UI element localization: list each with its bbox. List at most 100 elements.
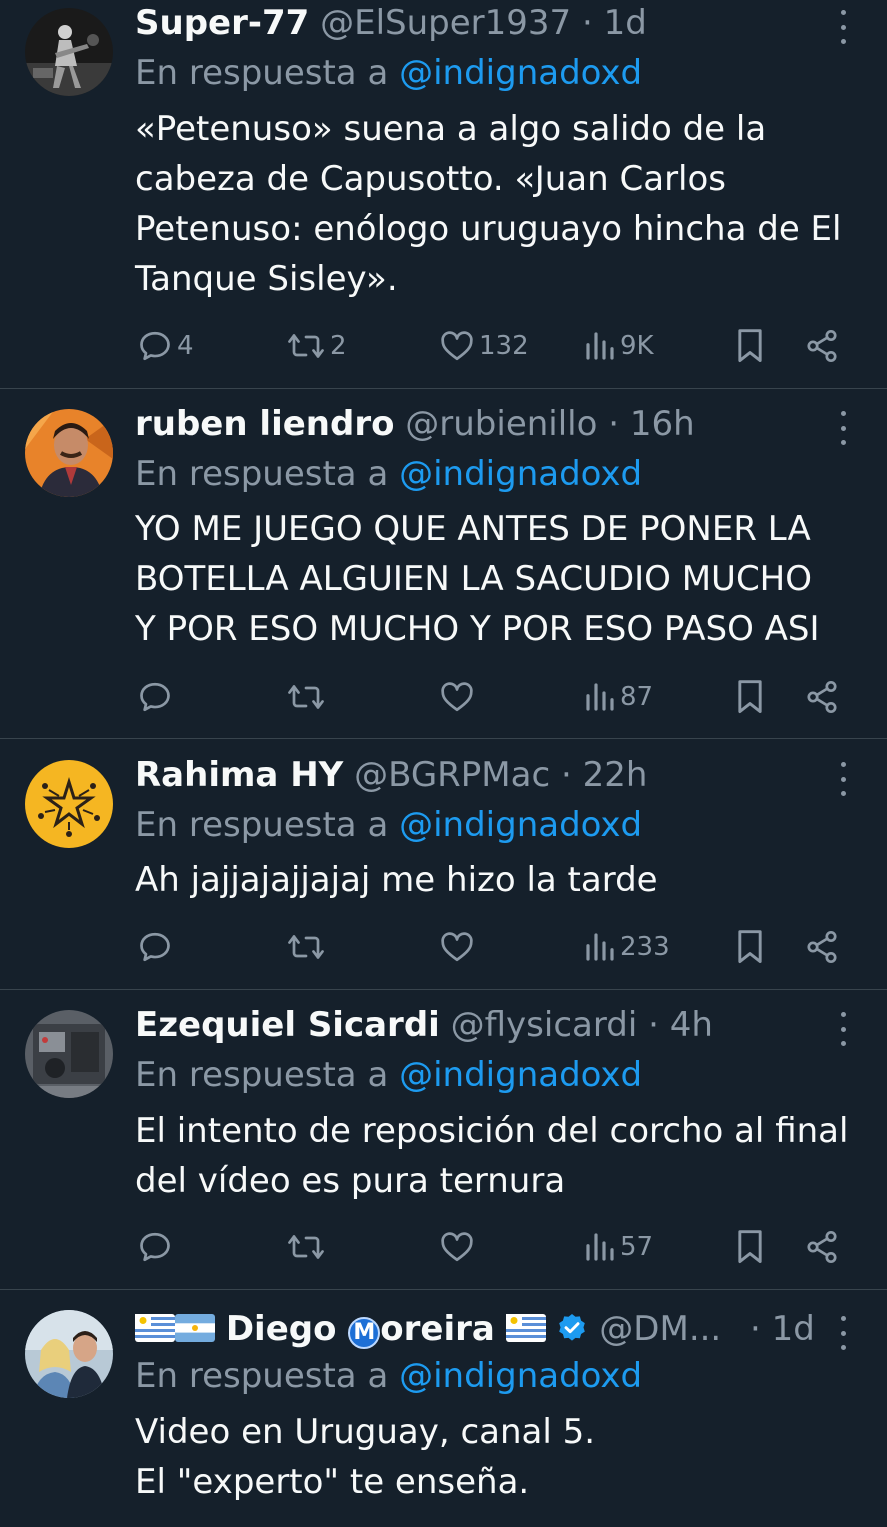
tweet-text: El intento de reposición del corcho al f… <box>135 1111 849 1201</box>
retweet-button[interactable] <box>286 925 326 969</box>
tweet-text: YO ME JUEGO QUE ANTES DE PONER LA BOTELL… <box>135 509 820 649</box>
reply-mention-link[interactable]: @indignadoxd <box>399 1356 642 1396</box>
more-vertical-icon[interactable] <box>833 1316 853 1350</box>
bar-chart-icon <box>586 1233 614 1261</box>
comment-bubble-icon <box>140 331 170 361</box>
display-name[interactable]: Ezequiel Sicardi <box>135 1005 440 1045</box>
views-button[interactable]: 87 <box>584 675 653 719</box>
tweet[interactable]: Ezequiel Sicardi @flysicardi · 4h En res… <box>0 990 887 1290</box>
reply-context: En respuesta a @indignadoxd <box>135 1353 642 1399</box>
reply-button[interactable]: 4 <box>137 324 194 368</box>
timestamp[interactable]: 16h <box>630 404 695 444</box>
bookmark-button[interactable] <box>734 324 766 368</box>
like-count: 132 <box>479 331 529 361</box>
comment-bubble-icon <box>140 1232 170 1262</box>
retweet-button[interactable] <box>286 675 326 719</box>
avatar-photo <box>25 1010 113 1098</box>
avatar-photo <box>25 1310 113 1398</box>
bookmark-button[interactable] <box>734 925 766 969</box>
more-vertical-icon[interactable] <box>833 411 853 445</box>
views-button[interactable]: 57 <box>584 1225 653 1269</box>
share-button[interactable] <box>804 675 840 719</box>
views-button[interactable]: 9K <box>584 324 654 368</box>
avatar-photo <box>25 760 113 848</box>
timestamp[interactable]: 1d <box>604 3 647 43</box>
reply-prefix: En respuesta a <box>135 454 389 494</box>
tweet-actions: 233 <box>0 925 887 969</box>
avatar[interactable] <box>25 1310 113 1398</box>
user-handle[interactable]: @flysicardi <box>451 1005 638 1045</box>
retweet-button[interactable] <box>286 1225 326 1269</box>
user-handle[interactable]: @BGRPMac <box>354 755 550 795</box>
reply-mention-link[interactable]: @indignadoxd <box>399 805 642 845</box>
avatar[interactable] <box>25 760 113 848</box>
tweet-text: Ah jajjajajjajaj me hizo la tarde <box>135 860 658 900</box>
tweet[interactable]: Diego Moreira @DM... · 1d En respuesta a… <box>0 1290 887 1527</box>
tweet[interactable]: Super-77 @ElSuper1937 · 1d En respuesta … <box>0 0 887 389</box>
bookmark-icon <box>738 329 762 362</box>
reply-prefix: En respuesta a <box>135 53 389 93</box>
reply-button[interactable] <box>137 1225 173 1269</box>
avatar[interactable] <box>25 409 113 497</box>
like-button[interactable] <box>439 1225 475 1269</box>
tweet-actions: 57 <box>0 1225 887 1269</box>
retweet-icon <box>288 334 324 358</box>
separator-dot: · <box>750 1309 761 1349</box>
retweet-button[interactable]: 2 <box>286 324 347 368</box>
more-vertical-icon[interactable] <box>833 1012 853 1046</box>
timestamp[interactable]: 1d <box>772 1309 815 1349</box>
share-icon <box>807 329 837 363</box>
bookmark-button[interactable] <box>734 675 766 719</box>
tweet[interactable]: Rahima HY @BGRPMac · 22h En respuesta a … <box>0 739 887 990</box>
display-name[interactable]: Super-77 <box>135 3 309 43</box>
reply-prefix: En respuesta a <box>135 1055 389 1095</box>
reply-button[interactable] <box>137 675 173 719</box>
display-name[interactable]: ruben liendro <box>135 404 394 444</box>
reply-mention-link[interactable]: @indignadoxd <box>399 53 642 93</box>
timestamp[interactable]: 22h <box>583 755 648 795</box>
like-button[interactable]: 132 <box>439 324 529 368</box>
views-button[interactable]: 233 <box>584 925 670 969</box>
retweet-icon <box>288 935 324 959</box>
like-button[interactable] <box>439 675 475 719</box>
more-vertical-icon[interactable] <box>833 762 853 796</box>
tweet[interactable]: ruben liendro @rubienillo · 16h En respu… <box>0 389 887 739</box>
views-count: 87 <box>620 682 654 712</box>
argentina-flag-icon <box>175 1314 215 1342</box>
bar-chart-icon <box>586 683 614 711</box>
retweet-icon <box>288 685 324 709</box>
display-name-rest: oreira <box>380 1309 495 1349</box>
display-name[interactable]: Rahima HY <box>135 755 343 795</box>
reply-mention-link[interactable]: @indignadoxd <box>399 454 642 494</box>
separator-dot: · <box>648 1005 659 1045</box>
verified-badge-icon[interactable] <box>556 1309 588 1349</box>
tweet-header: Diego Moreira @DM... <box>135 1306 827 1352</box>
display-name[interactable]: Diego Moreira <box>226 1309 495 1349</box>
reply-button[interactable] <box>137 925 173 969</box>
timestamp[interactable]: 4h <box>670 1005 713 1045</box>
share-button[interactable] <box>804 925 840 969</box>
reply-mention-link[interactable]: @indignadoxd <box>399 1055 642 1095</box>
separator-dot: · <box>560 755 572 795</box>
user-handle[interactable]: @rubienillo <box>405 404 597 444</box>
user-handle[interactable]: @ElSuper1937 <box>320 3 571 43</box>
reply-context: En respuesta a @indignadoxd <box>135 451 642 497</box>
user-handle[interactable]: @DM... <box>599 1309 721 1349</box>
avatar[interactable] <box>25 1010 113 1098</box>
timestamp-group: · 1d <box>750 1306 815 1352</box>
share-button[interactable] <box>804 324 840 368</box>
heart-icon <box>441 1232 473 1262</box>
reply-prefix: En respuesta a <box>135 1356 389 1396</box>
views-count: 9K <box>620 331 654 361</box>
share-icon <box>807 680 837 714</box>
bookmark-icon <box>738 680 762 714</box>
reply-prefix: En respuesta a <box>135 805 389 845</box>
separator-dot: · <box>582 3 593 43</box>
avatar[interactable] <box>25 8 113 96</box>
display-name-badge: M <box>348 1317 381 1349</box>
tweet-actions: 4 2 132 9K <box>0 324 887 368</box>
like-button[interactable] <box>439 925 475 969</box>
more-vertical-icon[interactable] <box>833 10 853 44</box>
share-button[interactable] <box>804 1225 840 1269</box>
bookmark-button[interactable] <box>734 1225 766 1269</box>
